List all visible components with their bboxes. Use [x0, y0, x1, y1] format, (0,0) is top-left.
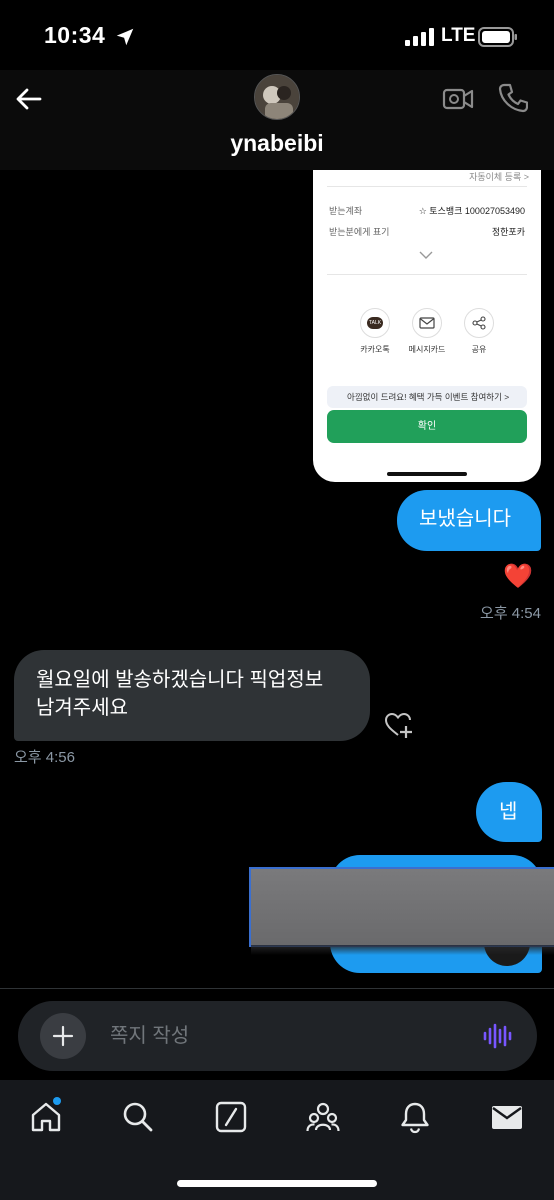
add-media-button[interactable] — [40, 1013, 86, 1059]
signal-bars-icon — [405, 28, 434, 46]
tab-messages[interactable] — [490, 1100, 524, 1134]
share-label: 카카오톡 — [360, 345, 390, 354]
battery-icon — [478, 27, 517, 47]
avatar-photo-icon — [255, 75, 299, 119]
redaction-shadow — [251, 945, 554, 955]
chevron-down-icon — [419, 251, 433, 259]
tab-grok[interactable] — [214, 1100, 248, 1134]
home-indicator — [177, 1180, 377, 1187]
received-message-bubble[interactable]: 월요일에 발송하겠습니다 픽업정보 남겨주세요 — [14, 650, 370, 741]
event-banner: 아낌없이 드려요! 혜택 가득 이벤트 참여하기 > — [327, 386, 527, 408]
bell-icon — [401, 1102, 429, 1134]
message-timestamp: 오후 4:54 — [480, 605, 541, 622]
tab-notifications[interactable] — [398, 1100, 432, 1134]
chat-header: ynabeibi — [0, 70, 554, 170]
search-icon — [123, 1102, 153, 1132]
message-text-line: 남겨주세요 — [36, 697, 128, 719]
divider — [327, 274, 527, 275]
heart-reaction[interactable]: ❤️ — [503, 562, 533, 591]
phone-icon[interactable] — [498, 82, 528, 114]
account-label: 받는계좌 — [329, 206, 363, 216]
share-icon — [472, 316, 486, 330]
avatar[interactable] — [254, 74, 300, 120]
account-value: ☆ 토스뱅크 100027053490 — [418, 206, 525, 216]
share-generic: 공유 — [449, 308, 509, 355]
back-arrow-icon[interactable] — [14, 84, 44, 114]
account-row: 받는계좌 ☆ 토스뱅크 100027053490 — [329, 204, 525, 217]
bottom-tab-bar — [0, 1080, 554, 1200]
autopay-link: 자동이체 등록 > — [469, 172, 529, 182]
display-label: 받는분에게 표기 — [329, 227, 390, 237]
home-indicator-bar — [387, 472, 467, 476]
receipt-screenshot-message[interactable]: 자동이체 등록 > 받는계좌 ☆ 토스뱅크 100027053490 받는분에게… — [313, 170, 541, 482]
share-message-card: 메시지카드 — [397, 308, 457, 355]
tab-home[interactable] — [29, 1097, 63, 1134]
home-icon — [31, 1102, 61, 1132]
divider — [327, 186, 527, 187]
share-label: 공유 — [471, 345, 487, 354]
display-value: 정한포카 — [491, 227, 525, 237]
status-bar: 10:34 LTE — [0, 0, 554, 70]
location-arrow-icon — [116, 28, 134, 46]
voice-message-icon[interactable] — [482, 1021, 512, 1051]
add-reaction-icon[interactable] — [384, 710, 414, 740]
people-icon — [306, 1102, 340, 1132]
redaction-overlay — [249, 867, 554, 947]
status-time: 10:34 — [44, 22, 106, 48]
grok-icon — [215, 1101, 247, 1133]
display-name-row: 받는분에게 표기 정한포카 — [329, 225, 525, 238]
envelope-icon — [419, 317, 435, 329]
video-call-icon[interactable] — [442, 84, 474, 114]
share-kakaotalk: TALK 카카오톡 — [345, 308, 405, 355]
sent-message-bubble[interactable]: 보냈습니다 — [397, 490, 541, 551]
message-composer — [18, 1001, 537, 1071]
kakaotalk-icon: TALK — [367, 317, 383, 329]
share-label: 메시지카드 — [408, 345, 446, 354]
composer-area — [0, 988, 554, 1080]
confirm-button: 확인 — [327, 410, 527, 443]
tab-search[interactable] — [121, 1100, 155, 1134]
message-timestamp: 오후 4:56 — [14, 749, 75, 766]
tab-communities[interactable] — [306, 1100, 340, 1134]
chat-username[interactable]: ynabeibi — [0, 130, 554, 157]
envelope-icon — [492, 1106, 522, 1129]
message-text-line: 월요일에 발송하겠습니다 픽업정보 — [36, 669, 324, 691]
carrier-label: LTE — [441, 25, 476, 46]
sent-message-bubble[interactable]: 넵 — [476, 782, 542, 842]
notification-dot — [53, 1097, 61, 1105]
plus-icon — [52, 1025, 74, 1047]
message-input[interactable] — [110, 1021, 450, 1051]
